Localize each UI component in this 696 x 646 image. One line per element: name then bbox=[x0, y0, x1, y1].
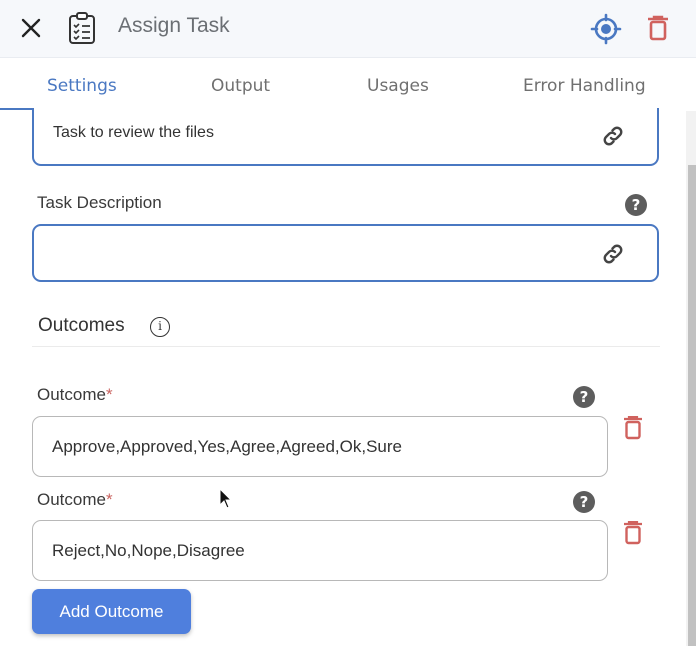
outcome-value: Approve,Approved,Yes,Agree,Agreed,Ok,Sur… bbox=[52, 437, 402, 456]
help-icon[interactable]: ? bbox=[573, 491, 595, 513]
close-icon[interactable] bbox=[18, 15, 44, 41]
help-icon[interactable]: ? bbox=[625, 194, 647, 216]
tab-bar: Settings Output Usages Error Handling bbox=[0, 58, 696, 111]
tab-usages[interactable]: Usages bbox=[367, 76, 429, 96]
scrollbar-thumb[interactable] bbox=[688, 165, 696, 646]
outcomes-section-title: Outcomes bbox=[38, 315, 125, 336]
trash-icon[interactable] bbox=[623, 416, 643, 440]
required-mark: * bbox=[105, 490, 113, 509]
task-name-input[interactable]: Task to review the files bbox=[32, 108, 659, 166]
task-description-label: Task Description bbox=[37, 193, 162, 212]
info-icon[interactable]: i bbox=[150, 317, 170, 337]
tab-output[interactable]: Output bbox=[211, 76, 270, 96]
mouse-cursor-icon bbox=[219, 488, 233, 509]
outcome-label-text: Outcome bbox=[37, 385, 106, 404]
trash-icon[interactable] bbox=[623, 521, 643, 545]
help-icon[interactable]: ? bbox=[573, 386, 595, 408]
outcome-label: Outcome* bbox=[37, 385, 113, 405]
tab-error-handling[interactable]: Error Handling bbox=[523, 76, 646, 96]
panel-header: Assign Task bbox=[0, 0, 696, 58]
outcome-label: Outcome* bbox=[37, 490, 113, 510]
clipboard-checklist-icon bbox=[69, 12, 95, 44]
link-icon[interactable] bbox=[601, 242, 625, 266]
outcome-value: Reject,No,Nope,Disagree bbox=[52, 541, 245, 560]
crosshair-target-icon[interactable] bbox=[590, 13, 622, 45]
outcome-label-text: Outcome bbox=[37, 490, 106, 509]
trash-icon[interactable] bbox=[646, 15, 670, 41]
page-title: Assign Task bbox=[118, 14, 230, 37]
task-description-input[interactable] bbox=[32, 224, 659, 282]
tab-settings[interactable]: Settings bbox=[47, 76, 117, 96]
link-icon[interactable] bbox=[601, 124, 625, 148]
outcome-input[interactable]: Reject,No,Nope,Disagree bbox=[32, 520, 608, 581]
add-outcome-button[interactable]: Add Outcome bbox=[32, 589, 191, 634]
outcome-input[interactable]: Approve,Approved,Yes,Agree,Agreed,Ok,Sur… bbox=[32, 416, 608, 477]
section-divider bbox=[32, 346, 660, 347]
task-name-value: Task to review the files bbox=[53, 124, 214, 141]
required-mark: * bbox=[105, 385, 113, 404]
